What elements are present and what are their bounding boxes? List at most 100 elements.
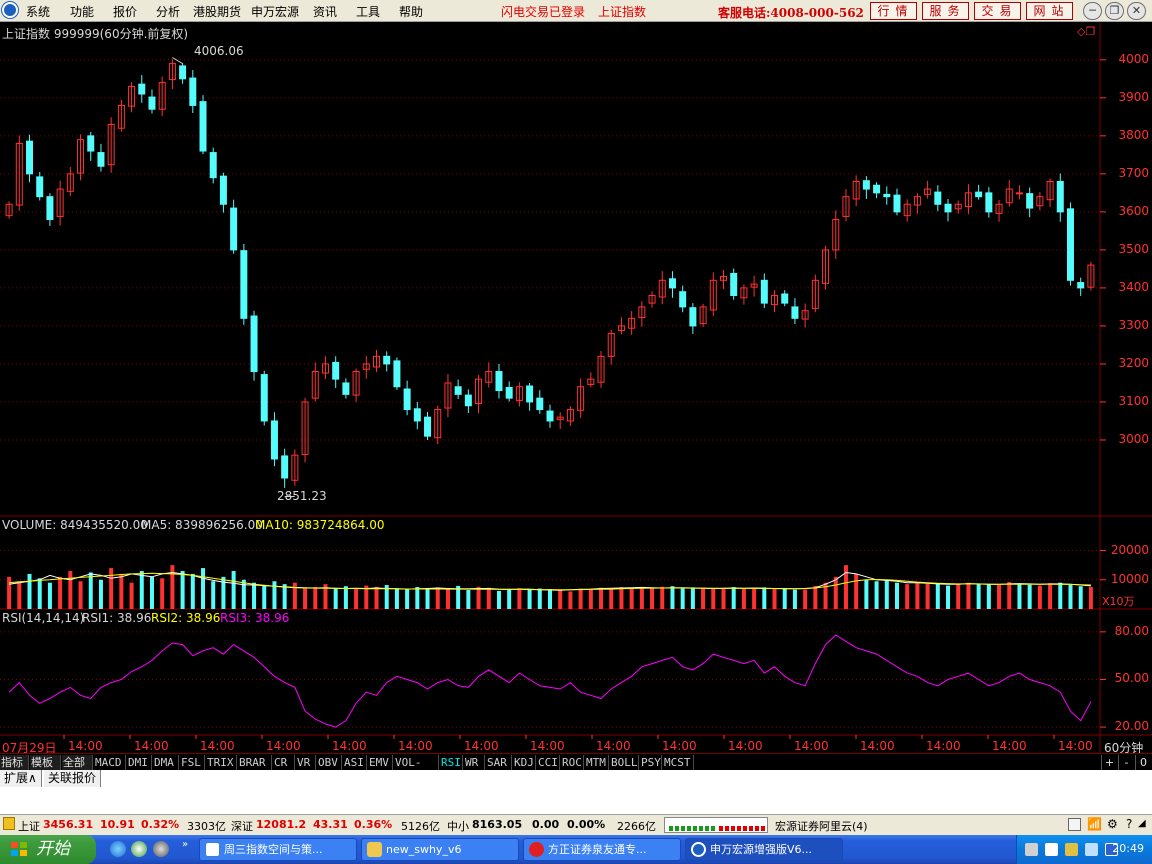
volume-bar: [1078, 586, 1083, 609]
indicator-tab-模板[interactable]: 模板: [30, 755, 61, 770]
indicator-tab-rsi[interactable]: RSI: [440, 755, 463, 770]
indicator-tab-vr[interactable]: VR: [296, 755, 316, 770]
menu-help[interactable]: 帮助: [399, 3, 423, 20]
sh-amount: 3303亿: [187, 820, 226, 833]
broker-server[interactable]: 宏源证券阿里云(4): [775, 818, 868, 834]
sz-change: 43.31: [313, 818, 348, 831]
time-tick-label: 14:00: [992, 739, 1027, 753]
volume-bar: [639, 587, 644, 609]
volume-bar: [966, 582, 971, 609]
indicator-tab-emv[interactable]: EMV: [368, 755, 393, 770]
index-notice[interactable]: 上证指数: [598, 3, 646, 20]
menu-function[interactable]: 功能: [70, 3, 94, 20]
help-icon[interactable]: ?: [1126, 817, 1132, 831]
indicator-tab-obv[interactable]: OBV: [317, 755, 342, 770]
chart-area[interactable]: 上证指数 999999(60分钟.前复权) 4006.06 2851.23 ◇❐…: [0, 23, 1152, 755]
indicator-tab-mtm[interactable]: MTM: [585, 755, 609, 770]
menu-system[interactable]: 系统: [26, 3, 50, 20]
close-icon[interactable]: ✕: [1127, 2, 1146, 20]
quotes-button[interactable]: 行情: [870, 2, 917, 20]
expand-icon[interactable]: ◢: [1138, 818, 1146, 829]
time-tick-label: 14:00: [134, 739, 169, 753]
volume-bar: [670, 586, 675, 609]
indicator-tab-cci[interactable]: CCI: [537, 755, 560, 770]
volume-bar: [527, 589, 532, 609]
reset-button[interactable]: 0: [1135, 755, 1151, 770]
zoom-in-button[interactable]: +: [1101, 755, 1117, 770]
zoom-out-button[interactable]: -: [1118, 755, 1134, 770]
menu-news[interactable]: 资讯: [313, 3, 337, 20]
menu-quote[interactable]: 报价: [113, 3, 137, 20]
indicator-tab-psy[interactable]: PSY: [640, 755, 662, 770]
indicator-tab-macd[interactable]: MACD: [94, 755, 126, 770]
signal-icon[interactable]: 📶: [1087, 817, 1102, 831]
tab-related-quotes[interactable]: 关联报价: [44, 770, 102, 787]
time-tick-label: 14:00: [728, 739, 763, 753]
task-weekly-strategy[interactable]: 周三指数空间与策...: [199, 838, 357, 861]
window-icon[interactable]: [1068, 818, 1081, 831]
volume-bar: [986, 584, 991, 609]
service-button[interactable]: 服务: [922, 2, 969, 20]
volume-bar: [660, 586, 665, 609]
indicator-tab-指标[interactable]: 指标: [0, 755, 29, 770]
indicator-tab-dmi[interactable]: DMI: [127, 755, 152, 770]
indicator-tab-trix[interactable]: TRIX: [206, 755, 237, 770]
menu-swhy[interactable]: 申万宏源: [251, 3, 299, 20]
time-tick-label: 14:00: [398, 739, 433, 753]
indicator-tab-mcst[interactable]: MCST: [663, 755, 694, 770]
indicator-tab-brar[interactable]: BRAR: [238, 755, 272, 770]
candle-down: [240, 250, 248, 319]
indicator-tab-fsl[interactable]: FSL: [180, 755, 205, 770]
indicator-tab-wr[interactable]: WR: [464, 755, 485, 770]
volume-bar: [1007, 582, 1012, 609]
menu-hk-futures[interactable]: 港股期货: [193, 3, 241, 20]
candle-down: [189, 77, 197, 106]
tray-monitor-icon[interactable]: [1045, 843, 1058, 856]
indicator-tab-boll[interactable]: BOLL: [610, 755, 639, 770]
start-button[interactable]: 开始: [0, 835, 96, 864]
task-new-swhy[interactable]: new_swhy_v6: [361, 838, 519, 861]
indicator-tab-sar[interactable]: SAR: [486, 755, 512, 770]
restore-icon[interactable]: ❐: [1105, 2, 1124, 20]
tray-app-icon[interactable]: [1025, 843, 1038, 856]
ie-icon[interactable]: [110, 841, 126, 857]
volume-bar: [425, 587, 430, 609]
shortcut-icon[interactable]: [153, 841, 169, 857]
clock: 20:49: [1112, 842, 1144, 855]
trade-button[interactable]: 交易: [974, 2, 1021, 20]
indicator-tab-cr[interactable]: CR: [273, 755, 295, 770]
chart-expand-icon[interactable]: ◇❐: [1077, 25, 1095, 38]
menu-tools[interactable]: 工具: [356, 3, 380, 20]
volume-bar: [752, 587, 757, 609]
kline-chart-svg[interactable]: [0, 23, 1152, 753]
candle-down: [383, 355, 391, 365]
candle-down: [250, 315, 258, 373]
website-button[interactable]: 网站: [1026, 2, 1073, 20]
candle-down: [668, 278, 676, 289]
indicator-tab-全部[interactable]: 全部: [62, 755, 93, 770]
minimize-icon[interactable]: ─: [1083, 2, 1102, 20]
candle-down: [975, 191, 983, 198]
tab-extend[interactable]: 扩展∧: [0, 770, 42, 787]
gear-icon[interactable]: ⚙: [1107, 817, 1118, 831]
tray-volume-icon[interactable]: [1085, 843, 1098, 856]
volume-bar: [568, 591, 573, 609]
task-founder-securities[interactable]: 方正证券泉友通专...: [523, 838, 681, 861]
volume-bar: [864, 579, 869, 609]
candle-down: [138, 83, 146, 95]
task-swhy-enhanced[interactable]: 申万宏源增强版V6...: [685, 838, 843, 861]
indicator-tab-roc[interactable]: ROC: [561, 755, 584, 770]
browser-icon[interactable]: [131, 841, 147, 857]
folder-icon: [367, 842, 382, 857]
quicklaunch-more-icon[interactable]: »: [182, 839, 188, 850]
volume-bar: [915, 582, 920, 609]
menu-analysis[interactable]: 分析: [156, 3, 180, 20]
indicator-tab-vol-tdx[interactable]: VOL-TDX: [394, 755, 439, 784]
indicator-tab-asi[interactable]: ASI: [343, 755, 367, 770]
candle-down: [985, 192, 993, 213]
tray-network-icon[interactable]: [1065, 843, 1078, 856]
indicator-tab-kdj[interactable]: KDJ: [513, 755, 536, 770]
indicator-tab-dma[interactable]: DMA: [153, 755, 179, 770]
time-tick-label: 14:00: [464, 739, 499, 753]
time-tick-label: 14:00: [794, 739, 829, 753]
